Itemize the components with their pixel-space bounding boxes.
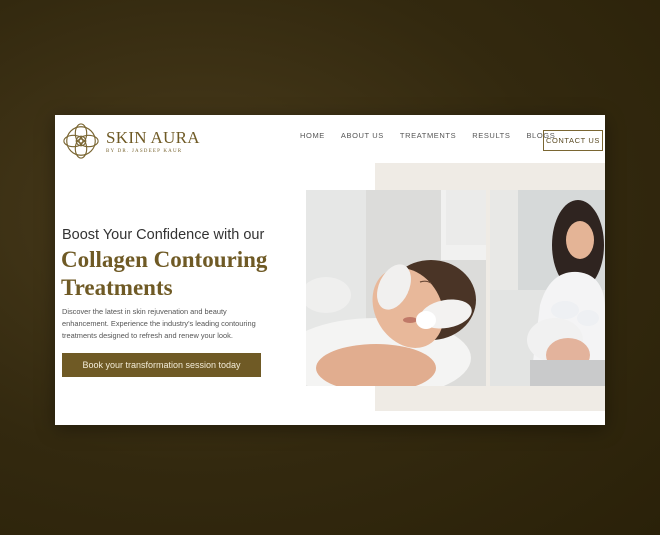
hero-title-line2: Treatments xyxy=(61,275,173,300)
brand-tagline: BY DR. JASDEEP KAUR xyxy=(106,148,183,154)
hero-title-line1: Collagen Contouring xyxy=(61,247,268,272)
hero-description: Discover the latest in skin rejuvenation… xyxy=(62,307,256,340)
nav-about-us[interactable]: ABOUT US xyxy=(341,131,384,140)
main-nav: HOME ABOUT US TREATMENTS RESULTS BLOGS xyxy=(300,131,571,140)
doctor-skin-treatment-photo xyxy=(490,190,605,386)
logo[interactable]: SKIN AURA BY DR. JASDEEP KAUR xyxy=(62,122,200,160)
facial-cleansing-treatment-photo xyxy=(306,190,486,386)
brand-name: SKIN AURA xyxy=(106,127,200,147)
lotus-knot-icon xyxy=(63,123,99,159)
nav-results[interactable]: RESULTS xyxy=(472,131,510,140)
website-screenshot: SKIN AURA BY DR. JASDEEP KAUR HOME ABOUT… xyxy=(55,115,605,425)
nav-home[interactable]: HOME xyxy=(300,131,325,140)
nav-treatments[interactable]: TREATMENTS xyxy=(400,131,456,140)
hero-pre-title: Boost Your Confidence with our xyxy=(62,227,265,243)
contact-us-button[interactable]: CONTACT US xyxy=(543,130,603,151)
book-session-button[interactable]: Book your transformation session today xyxy=(62,353,261,377)
hero-title: Collagen Contouring Treatments xyxy=(61,246,301,302)
